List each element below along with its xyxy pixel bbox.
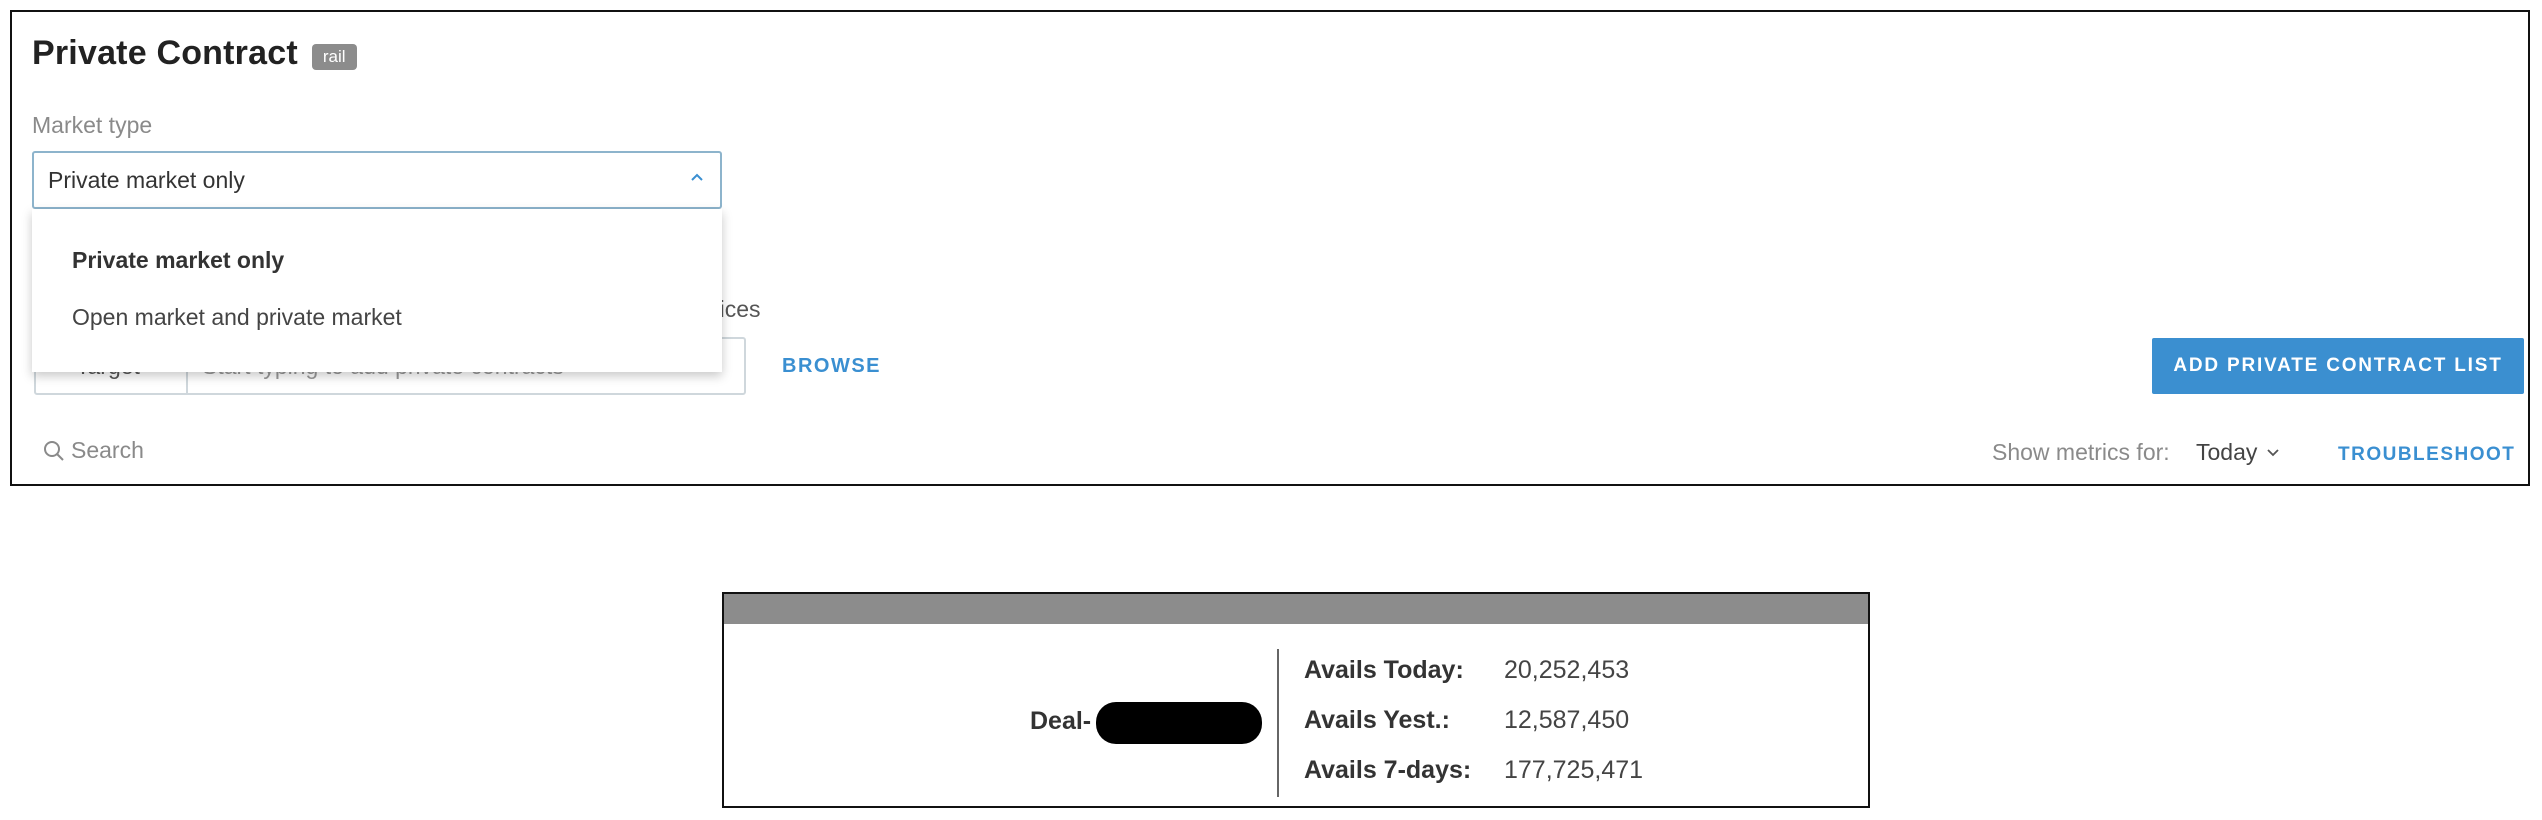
avails-7days-value: 177,725,471 <box>1504 756 1644 784</box>
avails-yesterday-value: 12,587,450 <box>1504 706 1630 734</box>
add-private-contract-list-button[interactable]: ADD PRIVATE CONTRACT LIST <box>2152 338 2524 394</box>
avails-7days-label: Avails 7-days: <box>1304 756 1472 784</box>
market-type-dropdown: Private market only Open market and priv… <box>32 209 722 372</box>
redaction-mark <box>1096 702 1262 744</box>
card-divider <box>1277 649 1279 797</box>
chevron-up-icon <box>691 173 703 181</box>
option-private-market-only[interactable]: Private market only <box>72 247 284 274</box>
market-type-select[interactable]: Private market only <box>32 151 722 209</box>
avails-today-value: 20,252,453 <box>1504 656 1630 684</box>
option-open-and-private-market[interactable]: Open market and private market <box>72 304 402 331</box>
card-header-bar <box>724 594 1868 624</box>
search-icon <box>44 440 64 461</box>
deal-stats-card: Deal- Avails Today: 20,252,453 Avails Ye… <box>722 592 1870 808</box>
avails-yesterday-label: Avails Yest.: <box>1304 706 1450 734</box>
deal-label: Deal- <box>1030 707 1092 735</box>
troubleshoot-button[interactable]: TROUBLESHOOT <box>2338 444 2515 466</box>
search-placeholder: Search <box>71 437 144 463</box>
chevron-down-icon <box>2267 448 2280 456</box>
metrics-period-value: Today <box>2196 439 2258 465</box>
market-type-label: Market type <box>32 112 153 138</box>
title-row: Private Contract rail <box>32 34 357 73</box>
rail-badge: rail <box>311 43 357 70</box>
search-field[interactable]: Search <box>42 437 144 464</box>
market-type-selected-value: Private market only <box>48 167 245 193</box>
metrics-label: Show metrics for: <box>1992 439 2170 465</box>
page-title: Private Contract <box>32 34 298 72</box>
avails-today-label: Avails Today: <box>1304 656 1464 684</box>
metrics-period-select[interactable]: Today <box>2196 439 2281 466</box>
private-contract-panel: Private Contract rail Market type Privat… <box>10 10 2530 486</box>
browse-button[interactable]: BROWSE <box>782 355 881 378</box>
